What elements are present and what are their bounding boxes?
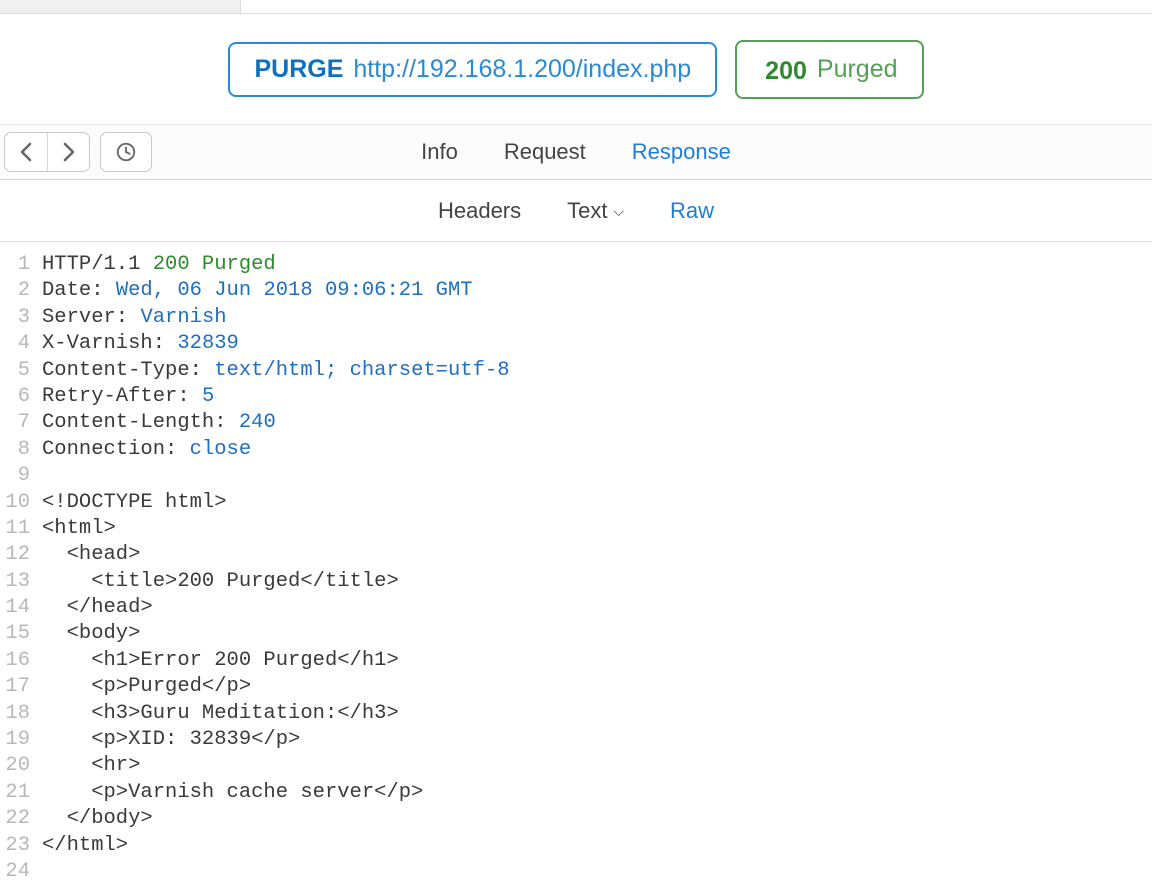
line-number: 15 (0, 621, 30, 647)
subtab-text[interactable]: Text ⌵ (567, 198, 624, 224)
code-line: <title>200 Purged</title> (42, 569, 510, 595)
request-pill[interactable]: PURGE http://192.168.1.200/index.php (228, 42, 717, 97)
line-number: 3 (0, 305, 30, 331)
line-number: 16 (0, 648, 30, 674)
line-number: 10 (0, 490, 30, 516)
response-raw-viewer[interactable]: 123456789101112131415161718192021222324 … (0, 242, 1152, 885)
code-line: Content-Type: text/html; charset=utf-8 (42, 358, 510, 384)
line-number: 20 (0, 753, 30, 779)
code-line: Server: Varnish (42, 305, 510, 331)
code-line: <head> (42, 542, 510, 568)
tab-response[interactable]: Response (632, 139, 731, 165)
tab-request[interactable]: Request (504, 139, 586, 165)
history-icon (115, 141, 137, 163)
subtab-headers[interactable]: Headers (438, 198, 521, 224)
line-number: 13 (0, 569, 30, 595)
code-line: <html> (42, 516, 510, 542)
line-number: 4 (0, 331, 30, 357)
request-url: http://192.168.1.200/index.php (353, 55, 691, 84)
code-line (42, 859, 510, 885)
code-line: </head> (42, 595, 510, 621)
code-line: <h3>Guru Meditation:</h3> (42, 701, 510, 727)
code-line: Retry-After: 5 (42, 384, 510, 410)
subtab-raw[interactable]: Raw (670, 198, 714, 224)
code-line: Content-Length: 240 (42, 410, 510, 436)
http-method: PURGE (254, 55, 343, 84)
code-content: HTTP/1.1 200 PurgedDate: Wed, 06 Jun 201… (38, 248, 510, 885)
code-line: HTTP/1.1 200 Purged (42, 252, 510, 278)
code-line: <p>XID: 32839</p> (42, 727, 510, 753)
status-text: Purged (817, 55, 898, 84)
back-button[interactable] (5, 133, 47, 171)
line-number: 11 (0, 516, 30, 542)
status-code: 200 (761, 53, 807, 86)
line-number: 7 (0, 410, 30, 436)
code-line: Connection: close (42, 437, 510, 463)
line-number: 23 (0, 833, 30, 859)
forward-button[interactable] (47, 133, 89, 171)
chevron-down-icon: ⌵ (609, 203, 624, 219)
line-number-gutter: 123456789101112131415161718192021222324 (0, 248, 38, 885)
nav-bar: Info Request Response (0, 124, 1152, 180)
sub-tabs: Headers Text ⌵ Raw (438, 198, 714, 224)
line-number: 8 (0, 437, 30, 463)
chevron-left-icon (19, 142, 33, 162)
tab-info[interactable]: Info (421, 139, 458, 165)
code-line (42, 463, 510, 489)
line-number: 24 (0, 859, 30, 885)
code-line: </body> (42, 806, 510, 832)
subtab-text-label: Text (567, 198, 607, 223)
line-number: 12 (0, 542, 30, 568)
line-number: 14 (0, 595, 30, 621)
line-number: 22 (0, 806, 30, 832)
status-pill: 200 Purged (735, 40, 923, 99)
history-button[interactable] (100, 132, 152, 172)
code-line: </html> (42, 833, 510, 859)
line-number: 5 (0, 358, 30, 384)
chevron-right-icon (62, 142, 76, 162)
line-number: 17 (0, 674, 30, 700)
code-line: <body> (42, 621, 510, 647)
window-chrome-strip (0, 0, 1152, 14)
code-line: <h1>Error 200 Purged</h1> (42, 648, 510, 674)
code-line: Date: Wed, 06 Jun 2018 09:06:21 GMT (42, 278, 510, 304)
history-nav-segment (4, 132, 90, 172)
code-line: <p>Varnish cache server</p> (42, 780, 510, 806)
code-line: <!DOCTYPE html> (42, 490, 510, 516)
code-line: X-Varnish: 32839 (42, 331, 510, 357)
line-number: 9 (0, 463, 30, 489)
code-line: <p>Purged</p> (42, 674, 510, 700)
request-summary-bar: PURGE http://192.168.1.200/index.php 200… (0, 14, 1152, 124)
line-number: 21 (0, 780, 30, 806)
line-number: 18 (0, 701, 30, 727)
line-number: 19 (0, 727, 30, 753)
line-number: 2 (0, 278, 30, 304)
line-number: 6 (0, 384, 30, 410)
sub-tab-bar: Headers Text ⌵ Raw (0, 180, 1152, 242)
main-tabs: Info Request Response (421, 139, 731, 165)
line-number: 1 (0, 252, 30, 278)
code-line: <hr> (42, 753, 510, 779)
